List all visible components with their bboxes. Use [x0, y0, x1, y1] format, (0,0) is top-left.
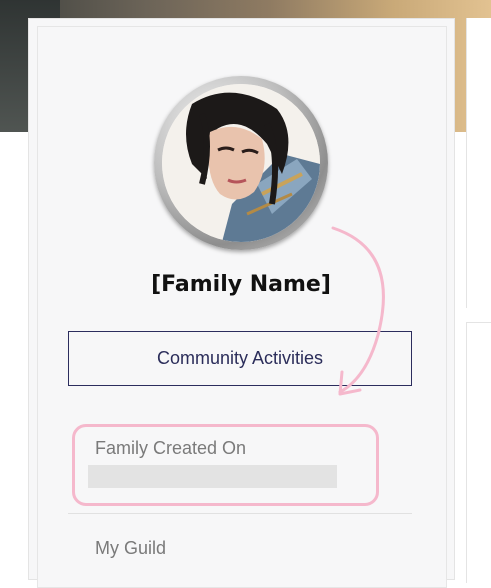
curved-arrow-icon — [331, 226, 385, 396]
